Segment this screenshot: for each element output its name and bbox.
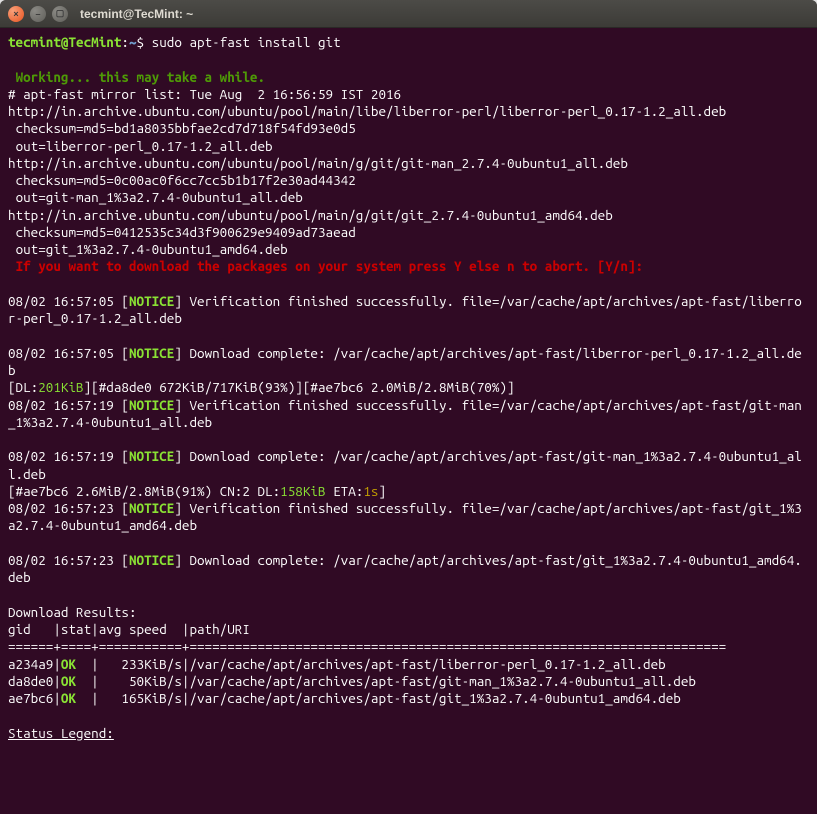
confirm-prompt: If you want to download the packages on … xyxy=(8,258,643,274)
notice-label: NOTICE xyxy=(129,448,174,464)
row-3-status: OK xyxy=(61,690,76,706)
row-1-gid: a234a9| xyxy=(8,656,61,672)
results-header: Download Results: xyxy=(8,604,137,620)
ts-1: 08/02 16:57:05 [ xyxy=(8,293,129,309)
url-1: http://in.archive.ubuntu.com/ubuntu/pool… xyxy=(8,103,726,119)
notice-label: NOTICE xyxy=(129,345,174,361)
notice-label: NOTICE xyxy=(129,552,174,568)
status-legend: Status Legend: xyxy=(8,725,114,741)
url-3: http://in.archive.ubuntu.com/ubuntu/pool… xyxy=(8,207,613,223)
ts-3: 08/02 16:57:19 [ xyxy=(8,397,129,413)
progress-2-pre: [#ae7bc6 2.6MiB/2.8MiB(91%) CN:2 DL: xyxy=(8,483,280,499)
working-line: Working... this may take a while. xyxy=(8,69,265,85)
row-2-gid: da8de0| xyxy=(8,673,61,689)
out-1: out=liberror-perl_0.17-1.2_all.deb xyxy=(8,138,273,154)
progress-2-post: ] xyxy=(378,483,386,499)
row-1-status: OK xyxy=(61,656,76,672)
row-1-rest: | 233KiB/s|/var/cache/apt/archives/apt-f… xyxy=(76,656,666,672)
notice-label: NOTICE xyxy=(129,293,174,309)
prompt-path: ~ xyxy=(129,34,137,50)
terminal-window: × – ▢ tecmint@TecMint: ~ tecmint@TecMint… xyxy=(0,0,817,814)
out-2: out=git-man_1%3a2.7.4-0ubuntu1_all.deb xyxy=(8,189,303,205)
row-3-rest: | 165KiB/s|/var/cache/apt/archives/apt-f… xyxy=(76,690,681,706)
row-2-status: OK xyxy=(61,673,76,689)
ts-6: 08/02 16:57:23 [ xyxy=(8,552,129,568)
ts-4: 08/02 16:57:19 [ xyxy=(8,448,129,464)
row-2-rest: | 50KiB/s|/var/cache/apt/archives/apt-fa… xyxy=(76,673,696,689)
url-2: http://in.archive.ubuntu.com/ubuntu/pool… xyxy=(8,155,628,171)
command-text: sudo apt-fast install git xyxy=(152,34,341,50)
checksum-1: checksum=md5=bd1a8035bbfae2cd7d718f54fd9… xyxy=(8,120,356,136)
progress-2-dl: 158KiB xyxy=(280,483,325,499)
titlebar[interactable]: × – ▢ tecmint@TecMint: ~ xyxy=(0,0,817,28)
minimize-icon[interactable]: – xyxy=(30,6,46,22)
terminal-body[interactable]: tecmint@TecMint:~$ sudo apt-fast install… xyxy=(0,28,817,814)
progress-2-eta: 1s xyxy=(363,483,378,499)
progress-1-post: ][#da8de0 672KiB/717KiB(93%)][#ae7bc6 2.… xyxy=(84,379,515,395)
mirror-list-line: # apt-fast mirror list: Tue Aug 2 16:56:… xyxy=(8,86,401,102)
maximize-icon[interactable]: ▢ xyxy=(52,6,68,22)
notice-label: NOTICE xyxy=(129,397,174,413)
close-icon[interactable]: × xyxy=(8,6,24,22)
progress-1-pre: [DL: xyxy=(8,379,38,395)
ts-5: 08/02 16:57:23 [ xyxy=(8,500,129,516)
ts-2: 08/02 16:57:05 [ xyxy=(8,345,129,361)
prompt-symbol: $ xyxy=(137,34,145,50)
window-title: tecmint@TecMint: ~ xyxy=(80,7,193,21)
results-separator: ======+====+===========+================… xyxy=(8,638,726,654)
checksum-2: checksum=md5=0c00ac0f6cc7cc5b1b17f2e30ad… xyxy=(8,172,356,188)
results-columns: gid |stat|avg speed |path/URI xyxy=(8,621,250,637)
progress-2-mid: ETA: xyxy=(326,483,364,499)
row-3-gid: ae7bc6| xyxy=(8,690,61,706)
out-3: out=git_1%3a2.7.4-0ubuntu1_amd64.deb xyxy=(8,241,288,257)
prompt-user-host: tecmint@TecMint xyxy=(8,34,121,50)
progress-1-dl: 201KiB xyxy=(38,379,83,395)
checksum-3: checksum=md5=0412535c34d3f900629e9409ad7… xyxy=(8,224,356,240)
notice-label: NOTICE xyxy=(129,500,174,516)
